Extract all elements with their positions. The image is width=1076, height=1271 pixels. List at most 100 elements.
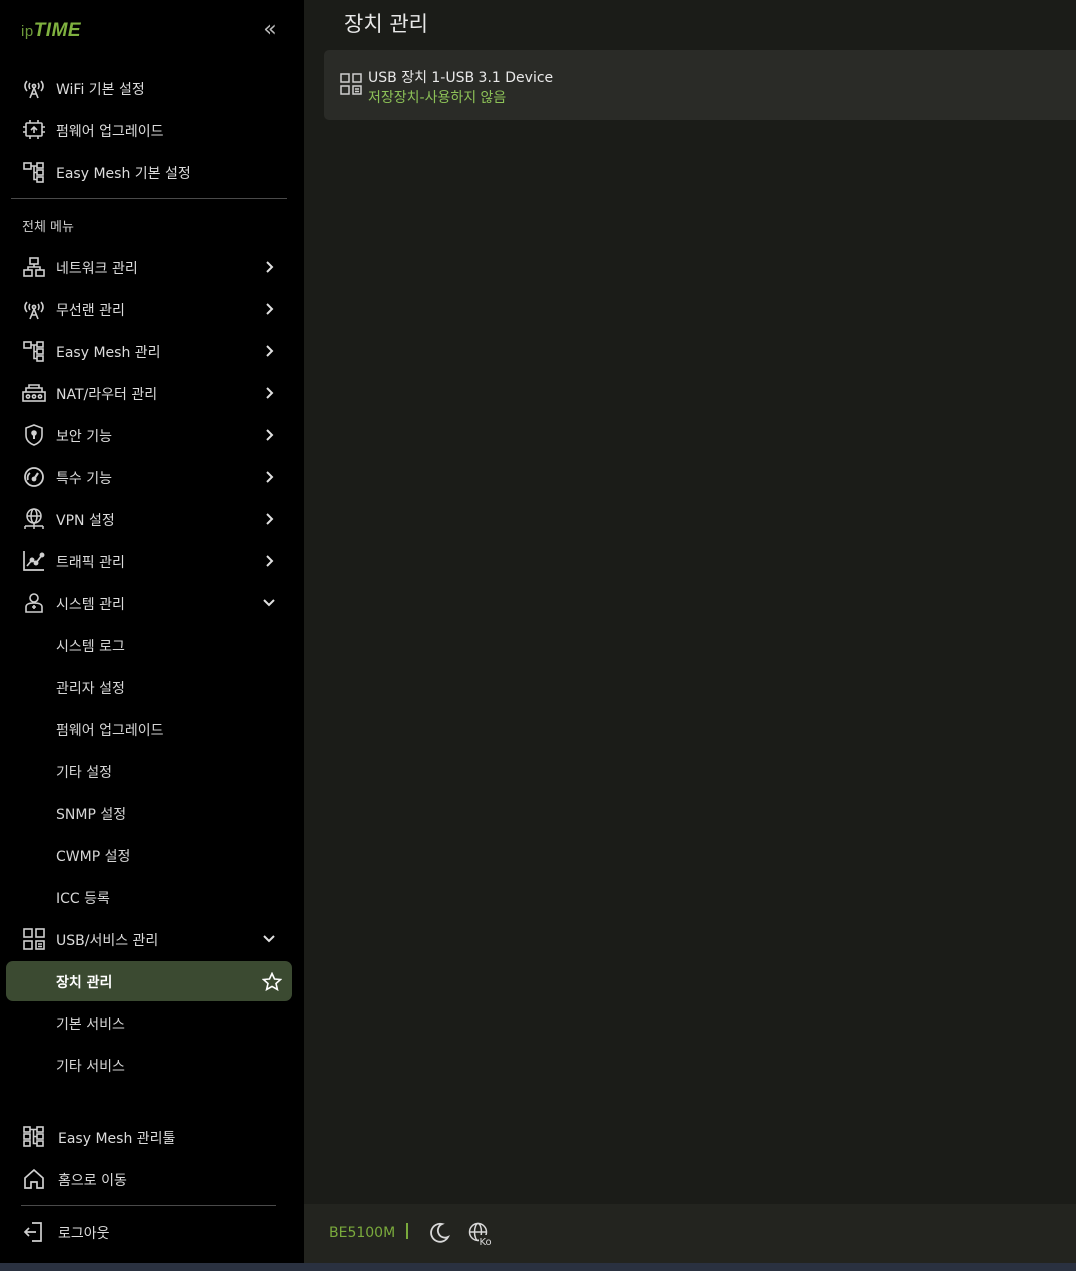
submenu-label: 장치 관리 <box>56 975 113 991</box>
admin-user-icon <box>22 592 46 614</box>
menu-item-special[interactable]: 특수 기능 <box>0 457 304 497</box>
home-icon <box>22 1168 46 1190</box>
device-status: 저장장치-사용하지 않음 <box>368 90 507 106</box>
divider <box>21 1205 276 1206</box>
iptime-logo[interactable]: ip TIME <box>21 20 81 42</box>
chart-line-icon <box>22 550 46 572</box>
menu-item-nat-router[interactable]: NAT/라우터 관리 <box>0 373 304 413</box>
model-name: BE5100M <box>329 1225 396 1241</box>
logout-icon <box>22 1221 46 1243</box>
chevron-right-icon <box>260 259 278 275</box>
network-icon <box>22 256 46 278</box>
wifi-antenna-icon <box>22 298 46 320</box>
quick-item-firmware-upgrade[interactable]: 펌웨어 업그레이드 <box>0 110 304 150</box>
submenu-admin-settings[interactable]: 관리자 설정 <box>6 667 292 707</box>
footer-bar: BE5100M Ko <box>304 1204 1076 1263</box>
mesh-tree-icon <box>22 161 46 183</box>
menu-item-wireless[interactable]: 무선랜 관리 <box>0 289 304 329</box>
submenu-label: 관리자 설정 <box>56 681 125 697</box>
chevron-right-icon <box>260 427 278 443</box>
menu-item-usb-service[interactable]: USB/서비스 관리 <box>0 919 304 959</box>
divider <box>11 198 287 199</box>
footer-separator <box>406 1223 408 1239</box>
menu-item-label: NAT/라우터 관리 <box>56 387 158 403</box>
submenu-other-settings[interactable]: 기타 설정 <box>6 751 292 791</box>
star-favorite-icon[interactable] <box>261 971 283 992</box>
quick-item-label: WiFi 기본 설정 <box>56 82 145 98</box>
submenu-label: CWMP 설정 <box>56 849 131 865</box>
chevron-right-icon <box>260 511 278 527</box>
main-content: 장치 관리 USB 장치 1-USB 3.1 Device 저장장치-사용하지 … <box>304 0 1076 1204</box>
submenu-icc-register[interactable]: ICC 등록 <box>6 877 292 917</box>
chevron-right-icon <box>260 385 278 401</box>
shield-icon <box>22 424 46 446</box>
submenu-label: ICC 등록 <box>56 891 110 907</box>
mesh-tree-icon <box>22 340 46 362</box>
submenu-firmware-upgrade[interactable]: 펌웨어 업그레이드 <box>6 709 292 749</box>
submenu-basic-service[interactable]: 기본 서비스 <box>6 1003 292 1043</box>
globe-network-icon <box>22 508 46 530</box>
chevron-right-icon <box>260 553 278 569</box>
chevron-down-icon <box>260 931 278 947</box>
gauge-icon <box>22 466 46 488</box>
submenu-label: 기타 설정 <box>56 765 112 781</box>
quick-item-label: Easy Mesh 기본 설정 <box>56 166 191 182</box>
usb-grid-icon <box>22 928 46 950</box>
quick-item-label: 펌웨어 업그레이드 <box>56 124 164 140</box>
menu-item-label: VPN 설정 <box>56 513 115 529</box>
submenu-label: 펌웨어 업그레이드 <box>56 723 164 739</box>
menu-item-label: 트래픽 관리 <box>56 555 125 571</box>
section-title-all-menu: 전체 메뉴 <box>22 220 74 235</box>
chevron-down-icon <box>260 595 278 611</box>
page-title: 장치 관리 <box>344 12 428 36</box>
menu-item-label: 네트워크 관리 <box>56 261 138 277</box>
language-code: Ko <box>480 1237 492 1247</box>
router-icon <box>22 382 46 404</box>
submenu-cwmp-settings[interactable]: CWMP 설정 <box>6 835 292 875</box>
chevron-right-icon <box>260 301 278 317</box>
device-name: USB 장치 1-USB 3.1 Device <box>368 70 554 86</box>
menu-item-traffic[interactable]: 트래픽 관리 <box>0 541 304 581</box>
menu-item-label: 보안 기능 <box>56 429 112 445</box>
chevron-right-icon <box>260 343 278 359</box>
submenu-snmp-settings[interactable]: SNMP 설정 <box>6 793 292 833</box>
submenu-label: SNMP 설정 <box>56 807 127 823</box>
usb-device-card[interactable]: USB 장치 1-USB 3.1 Device 저장장치-사용하지 않음 <box>324 50 1076 120</box>
menu-item-label: 무선랜 관리 <box>56 303 125 319</box>
wifi-antenna-icon <box>22 77 46 99</box>
logout-button[interactable]: 로그아웃 <box>0 1212 304 1252</box>
menu-item-network[interactable]: 네트워크 관리 <box>0 247 304 287</box>
logo-ip: ip <box>21 23 34 40</box>
menu-item-label: 시스템 관리 <box>56 597 125 613</box>
submenu-device-management[interactable]: 장치 관리 <box>6 961 292 1001</box>
menu-item-easymesh[interactable]: Easy Mesh 관리 <box>0 331 304 371</box>
menu-item-label: USB/서비스 관리 <box>56 933 159 949</box>
mesh-tree-icon <box>22 1126 46 1148</box>
logo-time: TIME <box>33 20 82 41</box>
go-home-link[interactable]: 홈으로 이동 <box>0 1159 304 1199</box>
usb-grid-icon <box>340 73 362 95</box>
collapse-sidebar-icon[interactable]: « <box>258 19 282 41</box>
taskbar-strip <box>0 1263 1076 1271</box>
bottom-item-label: Easy Mesh 관리툴 <box>58 1131 176 1147</box>
submenu-other-service[interactable]: 기타 서비스 <box>6 1045 292 1085</box>
submenu-label: 시스템 로그 <box>56 639 125 655</box>
quick-item-wifi-settings[interactable]: WiFi 기본 설정 <box>0 68 304 108</box>
firmware-chip-icon <box>22 119 46 141</box>
submenu-label: 기타 서비스 <box>56 1059 125 1075</box>
sidebar: ip TIME « WiFi 기본 설정 펌웨어 업그레이드 Easy Mesh… <box>0 0 304 1263</box>
chevron-right-icon <box>260 469 278 485</box>
bottom-item-label: 홈으로 이동 <box>58 1173 127 1189</box>
menu-item-label: Easy Mesh 관리 <box>56 345 161 361</box>
menu-item-system[interactable]: 시스템 관리 <box>0 583 304 623</box>
menu-item-vpn[interactable]: VPN 설정 <box>0 499 304 539</box>
submenu-label: 기본 서비스 <box>56 1017 125 1033</box>
menu-item-security[interactable]: 보안 기능 <box>0 415 304 455</box>
easymesh-tool-link[interactable]: Easy Mesh 관리툴 <box>0 1117 304 1157</box>
logout-label: 로그아웃 <box>58 1226 110 1242</box>
submenu-system-log[interactable]: 시스템 로그 <box>6 625 292 665</box>
menu-item-label: 특수 기능 <box>56 471 112 487</box>
moon-dark-mode-icon[interactable] <box>428 1222 451 1244</box>
quick-item-easymesh-settings[interactable]: Easy Mesh 기본 설정 <box>0 152 304 192</box>
language-globe-icon[interactable]: Ko <box>467 1221 493 1248</box>
